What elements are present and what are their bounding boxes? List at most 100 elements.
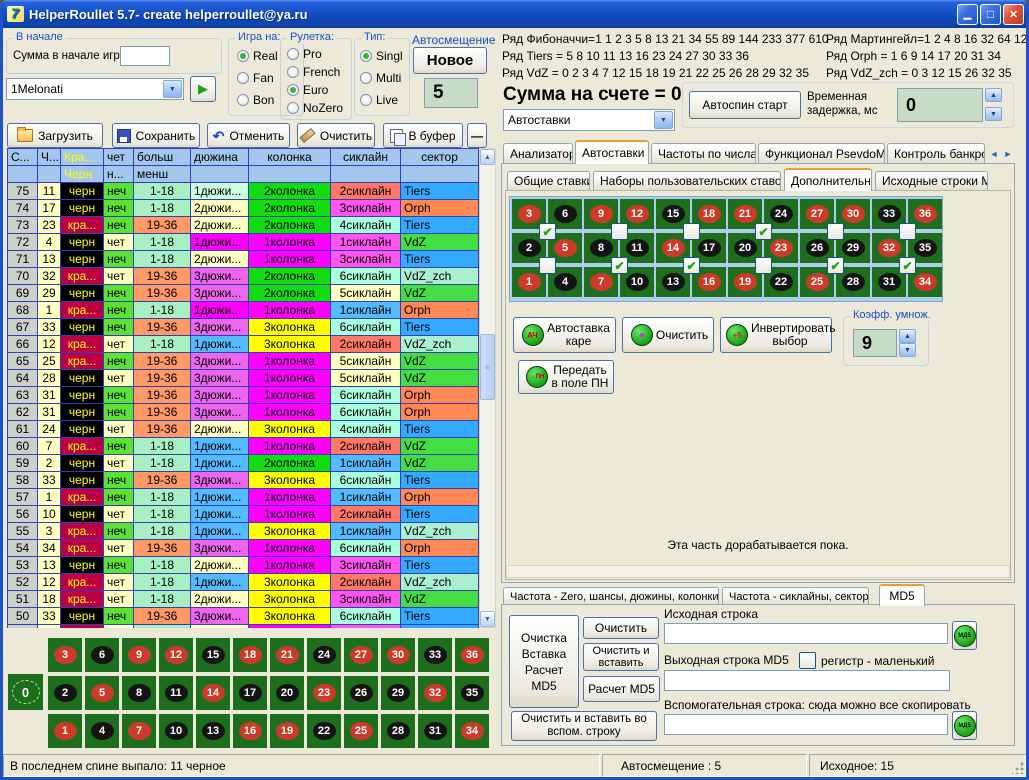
save-button[interactable]: Сохранить <box>112 123 200 148</box>
board-cell-12[interactable]: 12 <box>159 638 193 672</box>
board-checkbox[interactable] <box>827 257 844 274</box>
table-cell[interactable]: неч <box>104 557 134 574</box>
table-cell[interactable]: 2сиклайн <box>331 438 401 455</box>
table-cell[interactable]: 1колонка <box>249 234 331 251</box>
table-cell[interactable]: 3колонка <box>249 523 331 540</box>
table-cell[interactable]: 1дюжи... <box>191 234 249 251</box>
table-cell[interactable]: 1колонка <box>249 438 331 455</box>
radio-bon[interactable]: Bon <box>237 93 274 107</box>
tab-freq-zero-chances[interactable]: Частота - Zero, шансы, дюжины, колонки <box>503 587 719 605</box>
table-cell[interactable]: 3 <box>38 523 61 540</box>
table-cell[interactable]: 70 <box>8 268 38 285</box>
table-cell[interactable]: Orph <box>401 404 479 421</box>
table-cell[interactable]: 67 <box>8 319 38 336</box>
table-cell[interactable]: 2колонка <box>249 217 331 234</box>
table-cell[interactable]: 7 <box>38 438 61 455</box>
table-cell[interactable]: 5сиклайн <box>331 370 401 387</box>
table-cell[interactable]: 2колонка <box>249 285 331 302</box>
table-row[interactable]: 681кра...неч1-181дюжи...1колонка1сиклайн… <box>8 302 479 319</box>
table-cell[interactable]: неч <box>104 302 134 319</box>
to-buffer-button[interactable]: В буфер <box>383 123 463 148</box>
table-cell[interactable]: 52 <box>8 574 38 591</box>
table-cell[interactable]: VdZ <box>401 370 479 387</box>
table-cell[interactable]: 58 <box>8 472 38 489</box>
table-cell[interactable]: неч <box>104 472 134 489</box>
table-cell[interactable]: 1-18 <box>134 302 191 319</box>
invert-selection-button[interactable]: Инвертировать выбор <box>720 317 832 353</box>
board-cell-25[interactable]: 25 <box>344 714 378 748</box>
delay-spin-up-icon[interactable] <box>985 88 1002 102</box>
board-cell-8[interactable]: 8 <box>122 676 156 710</box>
table-cell[interactable]: 55 <box>8 523 38 540</box>
md5-output-input[interactable] <box>664 670 950 691</box>
table-cell[interactable]: 50 <box>8 608 38 625</box>
table-row[interactable]: 5212кра...чет1-181дюжи...3колонка2сиклай… <box>8 574 479 591</box>
table-cell[interactable]: VdZ_zch <box>401 523 479 540</box>
table-cell[interactable]: 6сиклайн <box>331 540 401 557</box>
table-cell[interactable]: 2дюжи... <box>191 421 249 438</box>
table-cell[interactable]: 1колонка <box>249 540 331 557</box>
table-cell[interactable]: чет <box>104 234 134 251</box>
table-cell[interactable]: Tiers <box>401 421 479 438</box>
table-cell[interactable]: неч <box>104 319 134 336</box>
table-cell[interactable]: 19-36 <box>134 404 191 421</box>
board-checkbox[interactable] <box>611 257 628 274</box>
table-cell[interactable]: 69 <box>8 285 38 302</box>
table-cell[interactable]: неч <box>104 200 134 217</box>
table-cell[interactable]: 31 <box>38 404 61 421</box>
clear-selection-button[interactable]: Очистить <box>622 317 714 353</box>
scroll-up-icon[interactable] <box>480 149 495 165</box>
radio-euro[interactable]: Euro <box>287 83 328 97</box>
table-cell[interactable]: 11 <box>38 183 61 200</box>
table-cell[interactable]: 4 <box>38 234 61 251</box>
board-checkbox[interactable] <box>755 223 772 240</box>
board-cell-17[interactable]: 17 <box>233 676 267 710</box>
md5-stack-button[interactable]: Очистка Вставка Расчет MD5 <box>509 615 579 708</box>
table-cell[interactable]: Tiers <box>401 472 479 489</box>
undo-button[interactable]: ↶Отменить <box>207 123 290 148</box>
board-cell-2[interactable]: 2 <box>48 676 82 710</box>
table-cell[interactable]: неч <box>104 438 134 455</box>
table-cell[interactable]: кра... <box>61 268 104 285</box>
table-cell[interactable]: 1колонка <box>249 353 331 370</box>
table-cell[interactable]: чет <box>104 625 134 628</box>
table-cell[interactable]: 1-18 <box>134 183 191 200</box>
table-cell[interactable]: 1-18 <box>134 455 191 472</box>
table-cell[interactable]: 72 <box>8 234 38 251</box>
table-cell[interactable]: 19-36 <box>134 217 191 234</box>
table-cell[interactable]: 1дюжи... <box>191 336 249 353</box>
collapse-button[interactable]: — <box>467 123 487 148</box>
board-cell-4[interactable]: 4 <box>85 714 119 748</box>
tab-number-frequencies[interactable]: Частоты по числам <box>651 143 756 163</box>
table-cell[interactable]: 1сиклайн <box>331 302 401 319</box>
table-cell[interactable]: 13 <box>38 251 61 268</box>
table-cell[interactable]: 18 <box>38 591 61 608</box>
table-cell[interactable]: 1колонка <box>249 387 331 404</box>
table-cell[interactable]: 6сиклайн <box>331 608 401 625</box>
table-cell[interactable]: 3сиклайн <box>331 251 401 268</box>
board-cell-24[interactable]: 24 <box>307 638 341 672</box>
table-row[interactable]: 6929черннеч19-363дюжи...2колонка5сиклайн… <box>8 285 479 302</box>
table-row[interactable]: 7323кра...неч19-362дюжи...2колонка4сикла… <box>8 217 479 234</box>
table-cell[interactable]: 65 <box>8 353 38 370</box>
table-cell[interactable]: 1-18 <box>134 591 191 608</box>
table-cell[interactable]: черн <box>61 455 104 472</box>
table-cell[interactable]: 10 <box>38 506 61 523</box>
table-cell[interactable]: 1-18 <box>134 557 191 574</box>
table-cell[interactable]: неч <box>104 183 134 200</box>
table-cell[interactable]: 3колонка <box>249 336 331 353</box>
board-cell-35[interactable]: 35 <box>455 676 489 710</box>
clear-button[interactable]: Очистить <box>297 123 375 148</box>
board-checkbox[interactable] <box>827 223 844 240</box>
table-row[interactable]: 7417черннеч1-182дюжи...2колонка3сиклайнO… <box>8 200 479 217</box>
table-cell[interactable]: 1-18 <box>134 574 191 591</box>
board-cell-28[interactable]: 28 <box>381 714 415 748</box>
delay-spin-down-icon[interactable] <box>985 107 1002 121</box>
table-cell[interactable]: 2колонка <box>249 183 331 200</box>
combo-arrow-icon[interactable] <box>163 80 182 98</box>
table-cell[interactable]: 1дюжи... <box>191 574 249 591</box>
table-row[interactable]: 5033черннеч19-363дюжи...3колонка6сиклайн… <box>8 608 479 625</box>
table-cell[interactable]: 2дюжи... <box>191 251 249 268</box>
table-cell[interactable]: 19-36 <box>134 540 191 557</box>
table-cell[interactable]: 68 <box>8 302 38 319</box>
